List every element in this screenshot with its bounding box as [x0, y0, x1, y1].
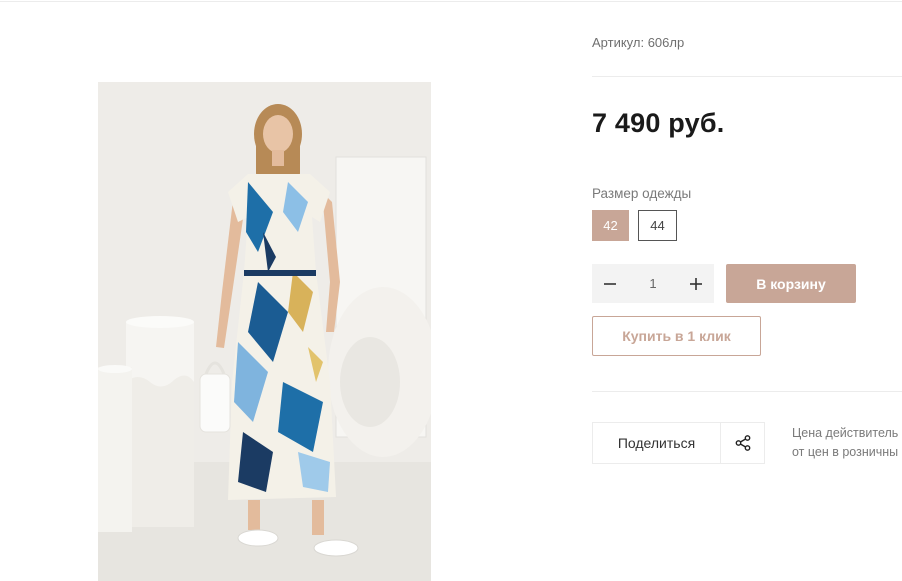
article-number: Артикул: 606лр — [592, 35, 685, 50]
size-label: Размер одежды — [592, 186, 692, 201]
price-disclaimer-line-2: от цен в розничны — [792, 445, 899, 459]
quantity-increase-button[interactable] — [678, 264, 714, 303]
price-disclaimer: Цена действитель от цен в розничны — [792, 424, 898, 462]
minus-icon — [604, 282, 616, 285]
add-to-cart-button[interactable]: В корзину — [726, 264, 856, 303]
divider — [592, 391, 902, 392]
plus-icon — [690, 277, 702, 290]
share-button[interactable]: Поделиться — [592, 422, 721, 464]
share-icon — [735, 435, 750, 451]
top-divider — [0, 1, 902, 2]
product-photo-dress — [98, 82, 431, 581]
size-option-44[interactable]: 44 — [638, 210, 677, 241]
product-price: 7 490 руб. — [592, 108, 725, 138]
quantity-stepper: 1 — [592, 264, 714, 303]
buy-one-click-button[interactable]: Купить в 1 клик — [592, 316, 761, 356]
product-photo[interactable] — [98, 82, 431, 581]
divider — [592, 76, 902, 77]
quantity-decrease-button[interactable] — [592, 264, 628, 303]
quantity-input[interactable]: 1 — [628, 276, 678, 291]
price-disclaimer-line-1: Цена действитель — [792, 426, 899, 440]
share-icon-button[interactable] — [720, 422, 765, 464]
size-option-42[interactable]: 42 — [592, 210, 629, 241]
